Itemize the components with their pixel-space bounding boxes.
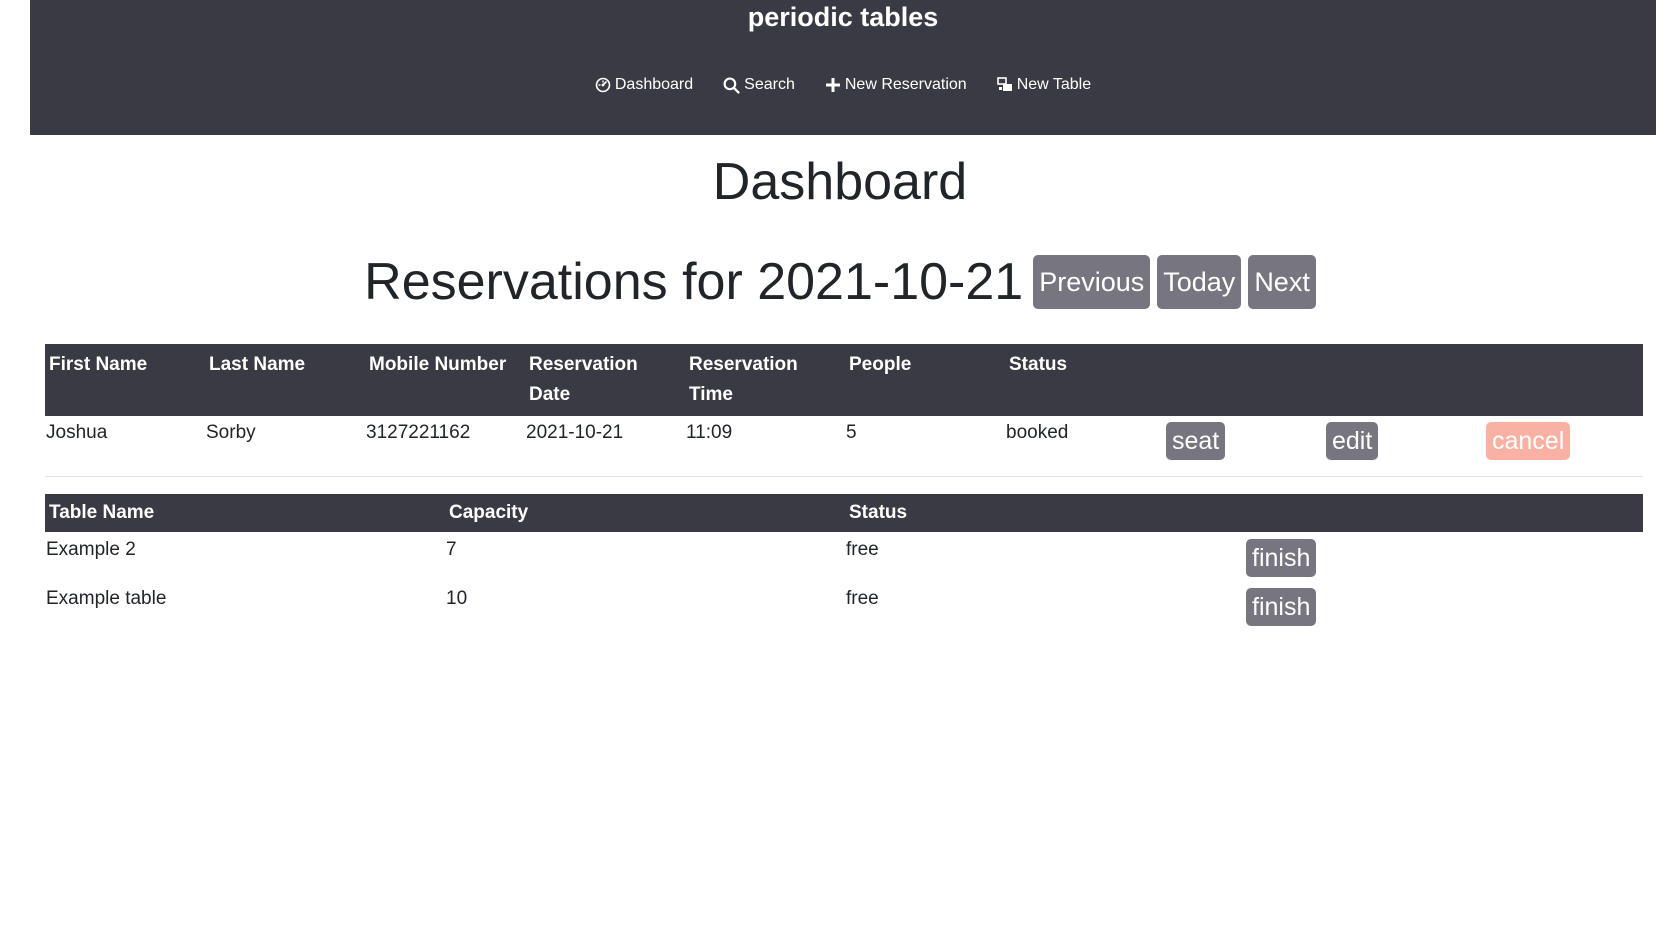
cell-reservation-time: 11:09 [686,422,733,443]
nav-item-new-reservation[interactable]: New Reservation [825,76,967,94]
table-row: Example table 10 free finish [45,581,1643,630]
column-header-reservation-time: Reservation Time [685,344,845,416]
reservations-table: First Name Last Name Mobile Number Reser… [45,344,1643,470]
next-day-button[interactable]: Next [1248,255,1316,309]
page-title: Dashboard [712,153,968,211]
edit-button[interactable]: edit [1326,422,1379,460]
cell-last-name: Sorby [206,422,256,443]
today-button[interactable]: Today [1157,255,1242,309]
dashboard-icon [595,77,611,93]
cell-capacity: 7 [446,539,457,560]
cell-first-name: Joshua [46,422,108,443]
cell-status: free [846,539,879,560]
column-header-status: Status [845,494,1245,532]
column-header-first-name: First Name [45,344,205,416]
column-header-mobile-number: Mobile Number [365,344,525,416]
column-header-reservation-date: Reservation Date [525,344,685,416]
cell-people: 5 [846,422,857,443]
previous-day-button[interactable]: Previous [1033,255,1151,309]
search-icon [723,77,740,94]
column-header-empty [1165,344,1325,416]
nav-item-search[interactable]: Search [723,76,795,94]
reservations-header-row: First Name Last Name Mobile Number Reser… [45,344,1643,416]
column-header-status: Status [1005,344,1165,416]
reservations-header: Reservations for 2021-10-21 Previous Tod… [0,252,1680,312]
top-navbar: periodic tables Dashboard Search New Res… [30,0,1656,135]
section-divider [45,476,1643,477]
nav-item-label: Search [744,76,795,93]
tables-header-row: Table Name Capacity Status [45,494,1643,532]
column-header-empty [1325,344,1485,416]
cell-finish: finish [1245,581,1643,630]
cell-status: free [846,588,879,609]
nav-item-label: New Table [1016,76,1092,93]
column-header-capacity: Capacity [445,494,845,532]
cell-status: booked [1006,422,1069,443]
main-nav: Dashboard Search New Reservation New Tab… [30,76,1656,94]
column-header-last-name: Last Name [205,344,365,416]
finish-button[interactable]: finish [1246,539,1317,577]
app-brand[interactable]: periodic tables [30,2,1656,33]
column-header-people: People [845,344,1005,416]
tables-table: Table Name Capacity Status Example 2 7 f… [45,494,1643,630]
table-row: Example 2 7 free finish [45,532,1643,581]
seat-button[interactable]: seat [1166,422,1226,460]
cell-table-name: Example table [46,588,167,609]
cell-edit: edit [1325,416,1485,470]
nav-item-label: Dashboard [614,76,694,93]
plus-icon [825,77,841,93]
cell-table-name: Example 2 [46,539,136,560]
table-row: Joshua Sorby 3127221162 2021-10-21 11:09… [45,416,1643,470]
column-header-empty [1245,494,1643,532]
new-table-icon [996,77,1013,93]
cell-capacity: 10 [446,588,468,609]
nav-item-label: New Reservation [844,76,967,93]
cell-finish: finish [1245,532,1643,581]
cell-seat: seat [1165,416,1325,470]
column-header-table-name: Table Name [45,494,445,532]
nav-item-dashboard[interactable]: Dashboard [595,76,693,94]
cell-mobile-number: 3127221162 [366,422,471,443]
cell-reservation-date: 2021-10-21 [526,422,624,443]
reservations-heading: Reservations for 2021-10-21 [364,253,1024,311]
finish-button[interactable]: finish [1246,588,1317,626]
nav-item-new-table[interactable]: New Table [996,76,1092,94]
cancel-button[interactable]: cancel [1486,422,1571,460]
cell-cancel: cancel [1485,416,1643,470]
column-header-empty [1485,344,1643,416]
